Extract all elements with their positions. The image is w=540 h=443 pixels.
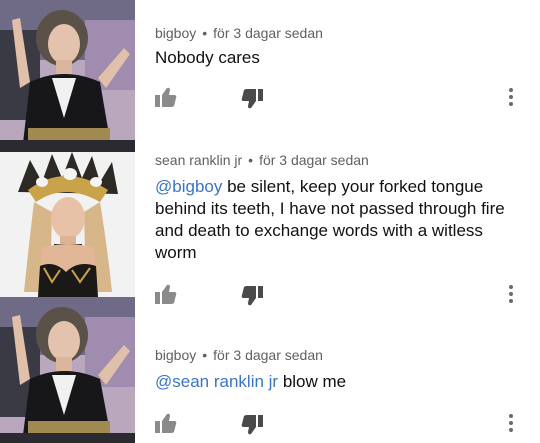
meta-separator: • xyxy=(202,25,208,41)
comment-1: bigboy • för 3 dagar sedan Nobody cares xyxy=(155,0,528,152)
comment-actions xyxy=(155,413,528,437)
comment-2: sean ranklin jr • för 3 dagar sedan @bigbo… xyxy=(155,152,528,306)
comment-text: @bigboy be silent, keep your forked tong… xyxy=(155,176,515,264)
comment-3: bigboy • för 3 dagar sedan @sean ranklin j… xyxy=(155,297,528,443)
reaction-photo-3 xyxy=(0,297,135,443)
thumbs-down-icon[interactable] xyxy=(241,89,263,109)
comment-time: för 3 dagar sedan xyxy=(259,152,369,168)
comment-body: blow me xyxy=(278,372,347,391)
comment-mention[interactable]: @sean ranklin jr xyxy=(155,372,278,391)
comment-panel-3: bigboy • för 3 dagar sedan @sean ranklin j… xyxy=(0,297,540,443)
more-vert-icon[interactable] xyxy=(508,87,514,107)
more-vert-icon[interactable] xyxy=(508,413,514,433)
comment-author[interactable]: bigboy xyxy=(155,25,196,41)
comment-actions xyxy=(155,87,528,111)
comment-text: @sean ranklin jr blow me xyxy=(155,371,515,393)
thumbs-up-icon[interactable] xyxy=(155,413,177,433)
comment-time: för 3 dagar sedan xyxy=(213,25,323,41)
meta-separator: • xyxy=(248,152,254,168)
thumbs-down-icon[interactable] xyxy=(241,415,263,435)
comment-body: Nobody cares xyxy=(155,48,260,67)
reaction-photo-2 xyxy=(0,152,135,297)
comment-panel-1: bigboy • för 3 dagar sedan Nobody cares xyxy=(0,0,540,152)
comment-meta: bigboy • för 3 dagar sedan xyxy=(155,25,323,41)
reaction-photo-1 xyxy=(0,0,135,152)
comment-meta: bigboy • för 3 dagar sedan xyxy=(155,347,323,363)
comment-author[interactable]: sean ranklin jr xyxy=(155,152,242,168)
meta-separator: • xyxy=(202,347,208,363)
comment-panel-2: sean ranklin jr • för 3 dagar sedan @bigbo… xyxy=(0,152,540,306)
comment-time: för 3 dagar sedan xyxy=(213,347,323,363)
thumbs-up-icon[interactable] xyxy=(155,87,177,107)
comment-mention[interactable]: @bigboy xyxy=(155,177,222,196)
comment-meta: sean ranklin jr • för 3 dagar sedan xyxy=(155,152,369,168)
comment-author[interactable]: bigboy xyxy=(155,347,196,363)
comment-text: Nobody cares xyxy=(155,47,515,69)
